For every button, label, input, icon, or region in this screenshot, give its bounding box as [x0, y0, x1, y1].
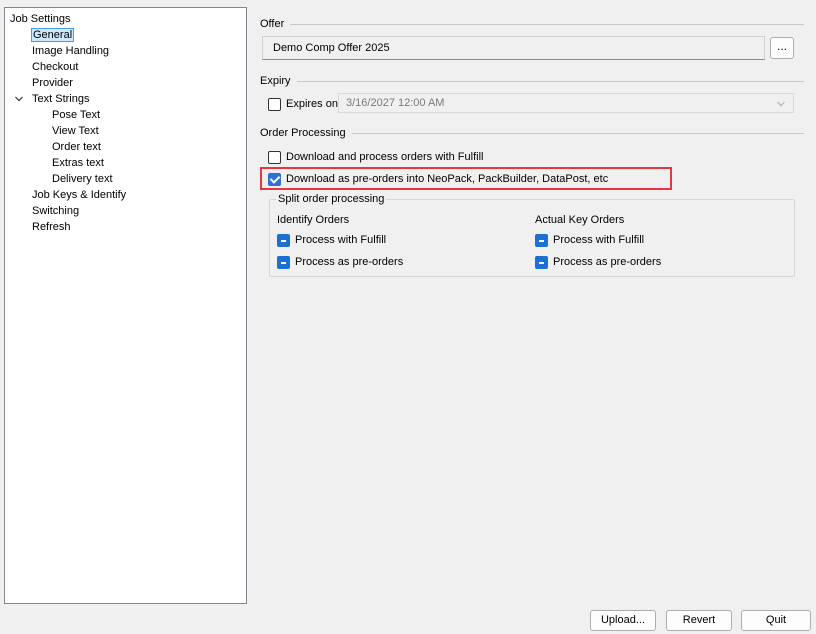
tree-item-label: Refresh	[32, 221, 71, 233]
identify-preorders-row[interactable]: Process as pre-orders	[277, 254, 403, 270]
tree-item-image-handling[interactable]: Image Handling	[9, 43, 246, 59]
expires-on-checkbox-row[interactable]: Expires on	[268, 96, 338, 112]
tree-item-label: Order text	[52, 141, 101, 153]
tree-item-delivery-text[interactable]: Delivery text	[9, 171, 246, 187]
tree-item-provider[interactable]: Provider	[9, 75, 246, 91]
tree-item-switching[interactable]: Switching	[9, 203, 246, 219]
actual-fulfill-label: Process with Fulfill	[553, 234, 645, 246]
browse-offer-button[interactable]: ...	[770, 37, 794, 59]
tree-item-label: View Text	[52, 125, 99, 137]
quit-button[interactable]: Quit	[741, 610, 811, 631]
revert-button[interactable]: Revert	[666, 610, 732, 631]
group-divider	[290, 23, 804, 25]
tree-item-label: Job Settings	[10, 13, 71, 25]
expires-on-label: Expires on	[286, 98, 338, 110]
actual-fulfill-row[interactable]: Process with Fulfill	[535, 232, 644, 248]
tree-item-label: Provider	[32, 77, 73, 89]
actual-preorders-row[interactable]: Process as pre-orders	[535, 254, 661, 270]
actual-key-orders-header: Actual Key Orders	[535, 214, 625, 226]
tree-item-label: Checkout	[32, 61, 79, 73]
tree-item-extras-text[interactable]: Extras text	[9, 155, 246, 171]
upload-button[interactable]: Upload...	[590, 610, 656, 631]
identify-fulfill-checkbox[interactable]	[277, 233, 290, 247]
chevron-down-icon[interactable]	[777, 100, 785, 108]
tree-item-checkout[interactable]: Checkout	[9, 59, 246, 75]
fulfill-label: Download and process orders with Fulfill	[286, 151, 484, 163]
expiry-date-value: 3/16/2027 12:00 AM	[346, 97, 445, 109]
tree-item-label: Text Strings	[32, 93, 90, 105]
offer-group-title: Offer	[260, 17, 804, 31]
tree-item-pose-text[interactable]: Pose Text	[9, 107, 246, 123]
tree-item-label: Job Keys & Identify	[32, 189, 127, 201]
actual-preorders-checkbox[interactable]	[535, 255, 548, 269]
offer-group-label: Offer	[260, 18, 285, 30]
group-divider	[351, 132, 804, 134]
actual-fulfill-checkbox[interactable]	[535, 233, 548, 247]
tree-item-label: Switching	[32, 205, 80, 217]
tree-item-general[interactable]: General	[9, 27, 246, 43]
fulfill-checkbox[interactable]	[268, 150, 281, 164]
order-processing-group-title: Order Processing	[260, 126, 804, 140]
expiry-group-title: Expiry	[260, 74, 804, 88]
chevron-down-icon[interactable]	[15, 95, 23, 103]
preorder-label: Download as pre-orders into NeoPack, Pac…	[286, 173, 609, 185]
split-group-title: Split order processing	[276, 192, 387, 206]
tree-item-refresh[interactable]: Refresh	[9, 219, 246, 235]
expiry-date-picker[interactable]: 3/16/2027 12:00 AM	[338, 93, 794, 113]
expires-on-checkbox[interactable]	[268, 97, 281, 111]
tree-item-label: Delivery text	[52, 173, 113, 185]
expiry-group-label: Expiry	[260, 75, 291, 87]
offer-input[interactable]: Demo Comp Offer 2025	[262, 36, 765, 60]
preorder-checkbox-row[interactable]: Download as pre-orders into NeoPack, Pac…	[268, 171, 608, 187]
tree-item-label: Extras text	[52, 157, 104, 169]
tree-item-label: General	[31, 28, 75, 42]
group-divider	[296, 80, 804, 82]
tree-item-job-keys-identify[interactable]: Job Keys & Identify	[9, 187, 246, 203]
identify-orders-header: Identify Orders	[277, 214, 350, 226]
tree-item-text-strings[interactable]: Text Strings	[9, 91, 246, 107]
tree-item-order-text[interactable]: Order text	[9, 139, 246, 155]
order-processing-group-label: Order Processing	[260, 127, 346, 139]
tree-item-label: Image Handling	[32, 45, 110, 57]
settings-tree[interactable]: Job Settings General Image Handling Chec…	[4, 7, 247, 604]
tree-item-label: Pose Text	[52, 109, 101, 121]
identify-fulfill-row[interactable]: Process with Fulfill	[277, 232, 386, 248]
identify-preorders-checkbox[interactable]	[277, 255, 290, 269]
preorder-checkbox[interactable]	[268, 172, 281, 186]
tree-item-job-settings[interactable]: Job Settings	[9, 11, 246, 27]
actual-preorders-label: Process as pre-orders	[553, 256, 662, 268]
tree-item-view-text[interactable]: View Text	[9, 123, 246, 139]
fulfill-checkbox-row[interactable]: Download and process orders with Fulfill	[268, 149, 483, 165]
identify-fulfill-label: Process with Fulfill	[295, 234, 387, 246]
identify-preorders-label: Process as pre-orders	[295, 256, 404, 268]
